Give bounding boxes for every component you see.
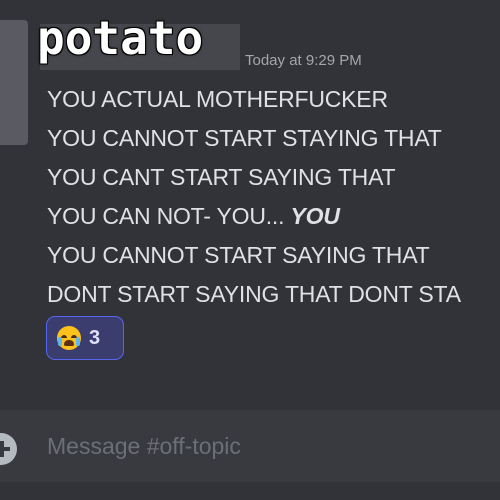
message-composer xyxy=(0,410,500,482)
message-line: YOU CANNOT START SAYING THAT xyxy=(47,242,430,268)
message-line: DONT START SAYING THAT DONT STA xyxy=(47,281,461,307)
avatar[interactable] xyxy=(0,20,28,145)
message-input[interactable] xyxy=(47,410,487,482)
message-line: YOU CANNOT START STAYING THAT xyxy=(47,125,442,151)
message-line: YOU CAN NOT- YOU... YOU xyxy=(47,197,500,236)
reaction-count: 3 xyxy=(89,326,101,349)
loudly-crying-face-icon xyxy=(57,326,81,350)
reaction-button[interactable]: 3 xyxy=(46,316,124,360)
add-attachment-button[interactable] xyxy=(0,433,17,465)
message-emphasis: YOU xyxy=(290,203,340,229)
message-line: YOU CANT START SAYING THAT xyxy=(47,164,396,190)
message-line-text: YOU CAN NOT- YOU... xyxy=(47,203,291,229)
message-line: YOU ACTUAL MOTHERFUCKER xyxy=(47,86,388,112)
username[interactable]: potato xyxy=(37,15,203,61)
message-content: YOU ACTUAL MOTHERFUCKER YOU CANNOT START… xyxy=(47,80,500,314)
message-timestamp: Today at 9:29 PM xyxy=(245,52,362,69)
